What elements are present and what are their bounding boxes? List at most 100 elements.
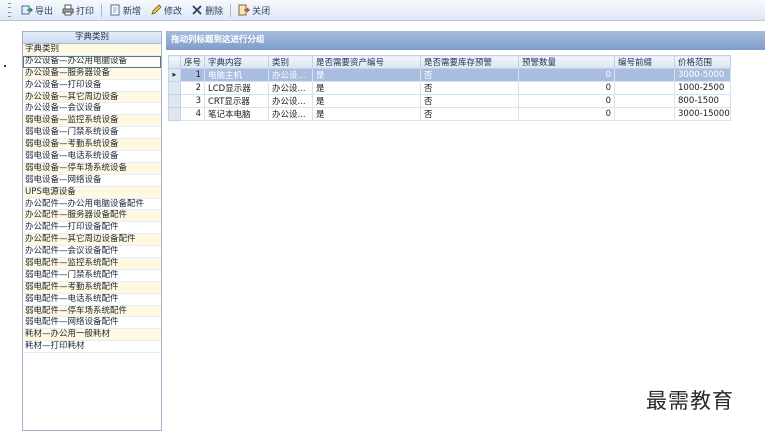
cell-need-alert[interactable]: 否 [420,81,519,95]
close-button[interactable]: 关闭 [235,2,273,18]
cell-price[interactable]: 3000-15000 [674,107,731,121]
cell-price[interactable]: 800-1500 [674,94,731,108]
column-header-category[interactable]: 类别 [268,55,313,69]
cell-need-asset-no[interactable]: 是 [312,94,421,108]
toolbar-divider [230,3,232,17]
edit-pencil-icon [150,4,162,16]
cell-need-alert[interactable]: 否 [420,107,519,121]
category-item[interactable]: 耗材—办公用一般耗材 [23,329,161,342]
cell-content[interactable]: 笔记本电脑 [204,107,269,121]
category-item[interactable]: 弱电设备—网络设备 [23,175,161,187]
table-row[interactable]: 2 LCD显示器 办公设... 是 否 0 1000-2500 [168,81,731,95]
category-item[interactable]: 弱电配件—考勤系统配件 [23,281,161,294]
cell-category[interactable]: 办公设... [268,81,313,95]
row-indicator [168,107,181,121]
new-document-icon [109,4,121,16]
edit-button[interactable]: 修改 [147,2,185,18]
table-row[interactable]: 4 笔记本电脑 办公设... 是 否 0 3000-15000 [168,107,731,121]
category-item[interactable]: 办公配件—办公用电脑设备配件 [23,199,161,211]
category-item-selected[interactable]: 办公设备—办公用电脑设备 [23,55,161,68]
toolbar: 导出 打印 新增 修改 删除 关闭 [0,0,765,21]
export-label: 导出 [35,6,54,17]
close-label: 关闭 [252,6,271,17]
category-item[interactable]: 办公设备—其它周边设备 [23,91,161,104]
category-item[interactable]: 弱电设备—监控系统设备 [23,115,161,128]
column-header-prefix[interactable]: 编号前缀 [614,55,675,69]
delete-x-icon [191,4,203,16]
cell-prefix[interactable] [614,94,675,108]
cell-category[interactable]: 办公设... [268,107,313,121]
cell-content[interactable]: LCD显示器 [204,81,269,95]
cell-seq[interactable]: 4 [180,107,205,121]
cell-prefix[interactable] [614,81,675,95]
cell-alert-qty[interactable]: 0 [518,94,615,108]
focus-indicator [4,65,6,67]
cell-seq[interactable]: 2 [180,81,205,95]
cell-need-asset-no[interactable]: 是 [312,68,421,82]
cell-need-alert[interactable]: 否 [420,94,519,108]
cell-price[interactable]: 3000-5000 [674,68,731,82]
cell-content[interactable]: 电脑主机 [204,68,269,82]
cell-need-asset-no[interactable]: 是 [312,107,421,121]
cell-seq[interactable]: 1 [180,68,205,82]
cell-alert-qty[interactable]: 0 [518,81,615,95]
category-item[interactable]: 弱电设备—停车场系统设备 [23,162,161,175]
category-item[interactable]: 办公设备—打印设备 [23,80,161,92]
export-icon [21,4,33,16]
dictionary-grid: 序号 字典内容 类别 是否需要资产编号 是否需要库存预警 预警数量 编号前缀 价… [168,55,731,121]
print-button[interactable]: 打印 [59,2,97,18]
category-item[interactable]: 弱电配件—停车场系统配件 [23,305,161,318]
cell-alert-qty[interactable]: 0 [518,107,615,121]
delete-button[interactable]: 删除 [188,2,226,18]
table-row-selected[interactable]: ▸ 1 电脑主机 办公设... 是 否 0 3000-5000 [168,68,731,82]
cell-prefix[interactable] [614,68,675,82]
category-item[interactable]: 弱电设备—电话系统设备 [23,151,161,163]
cell-need-asset-no[interactable]: 是 [312,81,421,95]
category-item[interactable]: 办公配件—服务器设备配件 [23,210,161,223]
cell-seq[interactable]: 3 [180,94,205,108]
column-header-content[interactable]: 字典内容 [204,55,269,69]
category-item[interactable]: 弱电配件—门禁系统配件 [23,270,161,282]
category-item[interactable]: 字典类别 [23,44,161,56]
cell-need-alert[interactable]: 否 [420,68,519,82]
row-indicator [168,94,181,108]
column-header-need-asset-no[interactable]: 是否需要资产编号 [312,55,421,69]
cell-prefix[interactable] [614,107,675,121]
category-item[interactable]: 弱电配件—网络设备配件 [23,317,161,330]
grid-header-row: 序号 字典内容 类别 是否需要资产编号 是否需要库存预警 预警数量 编号前缀 价… [168,55,731,69]
category-item[interactable]: 办公配件—会议设备配件 [23,246,161,259]
export-button[interactable]: 导出 [18,2,56,18]
toolbar-divider [101,3,103,17]
category-item[interactable]: 弱电设备—门禁系统设备 [23,127,161,140]
cell-category[interactable]: 办公设... [268,94,313,108]
new-label: 新增 [123,6,142,17]
print-label: 打印 [76,6,95,17]
column-header-need-alert[interactable]: 是否需要库存预警 [420,55,519,69]
category-item[interactable]: 办公配件—打印设备配件 [23,222,161,235]
row-indicator [168,81,181,95]
category-item[interactable]: UPS电源设备 [23,186,161,199]
column-header-seq[interactable]: 序号 [180,55,205,69]
column-header-alert-qty[interactable]: 预警数量 [518,55,615,69]
cell-content[interactable]: CRT显示器 [204,94,269,108]
category-item[interactable]: 弱电配件—电话系统配件 [23,294,161,306]
table-row[interactable]: 3 CRT显示器 办公设... 是 否 0 800-1500 [168,94,731,108]
category-item[interactable]: 办公配件—其它周边设备配件 [23,234,161,247]
cell-alert-qty[interactable]: 0 [518,68,615,82]
column-header-price[interactable]: 价格范围 [674,55,731,69]
toolbar-grip[interactable] [8,3,16,17]
category-item[interactable]: 弱电设备—考勤系统设备 [23,139,161,152]
cell-price[interactable]: 1000-2500 [674,81,731,95]
new-button[interactable]: 新增 [106,2,144,18]
category-item[interactable]: 耗材—打印耗材 [23,341,161,354]
category-list-header: 字典类别 [23,32,161,44]
current-row-arrow-icon: ▸ [168,68,181,82]
edit-label: 修改 [164,6,183,17]
category-list[interactable]: 字典类别 字典类别 办公设备—办公用电脑设备 办公设备—服务器设备 办公设备—打… [22,31,162,431]
cell-category[interactable]: 办公设... [268,68,313,82]
category-item[interactable]: 办公设备—服务器设备 [23,67,161,80]
close-door-icon [238,4,250,16]
category-item[interactable]: 弱电配件—监控系统配件 [23,258,161,270]
category-item[interactable]: 办公设备—会议设备 [23,103,161,116]
group-by-panel[interactable]: 拖动列标题到这进行分组 [166,31,765,50]
